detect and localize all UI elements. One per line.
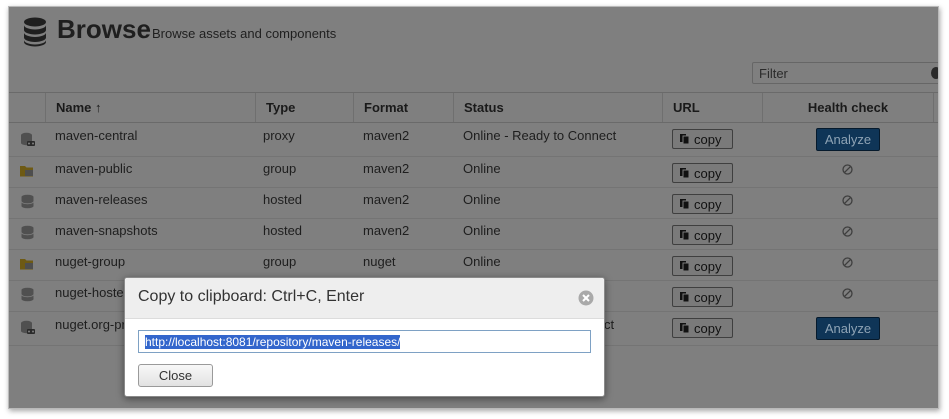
not-applicable-icon xyxy=(842,257,853,268)
repo-name[interactable]: maven-central xyxy=(55,128,137,143)
proxy-repo-icon xyxy=(21,132,35,146)
page-subtitle: Browse assets and components xyxy=(152,26,337,41)
table-row[interactable]: maven-snapshots hosted maven2 Online cop… xyxy=(9,218,938,250)
copy-icon xyxy=(680,168,689,178)
analyze-button[interactable]: Analyze xyxy=(816,128,880,151)
copy-label: copy xyxy=(694,320,722,336)
repo-type: hosted xyxy=(263,192,303,207)
column-header-status[interactable]: Status xyxy=(453,93,662,122)
repo-type: group xyxy=(263,254,297,269)
copy-url-button[interactable]: copy xyxy=(672,287,733,307)
hosted-repo-icon xyxy=(21,194,34,209)
column-header-spacer xyxy=(933,93,938,122)
copy-label: copy xyxy=(694,289,722,305)
database-icon xyxy=(24,17,46,47)
column-header-url[interactable]: URL xyxy=(662,93,762,122)
column-name-label: Name xyxy=(56,100,92,115)
repo-type: proxy xyxy=(263,128,295,143)
repo-format: maven2 xyxy=(363,192,410,207)
repo-status: ct xyxy=(604,317,615,332)
column-header-health-check[interactable]: Health check xyxy=(762,93,933,122)
repo-type: hosted xyxy=(263,223,303,238)
proxy-repo-icon xyxy=(21,320,35,334)
repo-name[interactable]: nuget-group xyxy=(55,254,125,269)
copy-url-button[interactable]: copy xyxy=(672,225,733,245)
copy-url-button[interactable]: copy xyxy=(672,129,733,149)
repo-status: Online - Ready to Connect xyxy=(463,128,617,143)
page-title: Browse xyxy=(57,14,151,44)
repo-type: group xyxy=(263,161,297,176)
copy-url-button[interactable]: copy xyxy=(672,163,733,183)
repo-name[interactable]: nuget-hoste xyxy=(55,285,124,300)
column-header-type[interactable]: Type xyxy=(255,93,353,122)
hosted-repo-icon xyxy=(21,225,34,240)
repo-format: maven2 xyxy=(363,223,410,238)
filter-input[interactable] xyxy=(752,62,938,84)
copy-url-button[interactable]: copy xyxy=(672,318,733,338)
copy-label: copy xyxy=(694,196,722,212)
not-applicable-icon xyxy=(842,288,853,299)
clear-filter-icon[interactable] xyxy=(931,67,938,79)
copy-icon xyxy=(680,323,689,333)
table-row[interactable]: maven-releases hosted maven2 Online copy xyxy=(9,187,938,219)
table-row[interactable]: maven-public group maven2 Online copy xyxy=(9,156,938,188)
selected-url-text: http://localhost:8081/repository/maven-r… xyxy=(145,335,401,349)
not-applicable-icon xyxy=(842,164,853,175)
repo-status: Online xyxy=(463,223,501,238)
analyze-button[interactable]: Analyze xyxy=(816,317,880,340)
group-repo-icon xyxy=(20,166,33,177)
sort-ascending-icon: ↑ xyxy=(95,100,102,115)
repo-name[interactable]: maven-public xyxy=(55,161,132,176)
copy-url-button[interactable]: copy xyxy=(672,256,733,276)
copy-icon xyxy=(680,134,689,144)
repo-format: maven2 xyxy=(363,161,410,176)
table-row[interactable]: maven-central proxy maven2 Online - Read… xyxy=(9,122,938,157)
copy-label: copy xyxy=(694,165,722,181)
copy-icon xyxy=(680,230,689,240)
url-text-field[interactable]: http://localhost:8081/repository/maven-r… xyxy=(138,330,591,353)
dialog-header: Copy to clipboard: Ctrl+C, Enter xyxy=(125,278,604,319)
not-applicable-icon xyxy=(842,226,853,237)
close-button[interactable]: Close xyxy=(138,364,213,387)
copy-to-clipboard-dialog: Copy to clipboard: Ctrl+C, Enter http://… xyxy=(124,277,605,397)
repo-name[interactable]: maven-releases xyxy=(55,192,148,207)
hosted-repo-icon xyxy=(21,287,34,302)
repo-name[interactable]: nuget.org-pr xyxy=(55,317,126,332)
repo-name[interactable]: maven-snapshots xyxy=(55,223,158,238)
repo-status: Online xyxy=(463,161,501,176)
column-header-name[interactable]: Name ↑ xyxy=(45,93,255,122)
copy-icon xyxy=(680,199,689,209)
page-header: Browse Browse assets and components xyxy=(9,7,938,56)
not-applicable-icon xyxy=(842,195,853,206)
repo-format: maven2 xyxy=(363,128,410,143)
copy-label: copy xyxy=(694,258,722,274)
repo-format: nuget xyxy=(363,254,396,269)
close-icon[interactable] xyxy=(578,290,594,306)
copy-label: copy xyxy=(694,227,722,243)
copy-label: copy xyxy=(694,131,722,147)
table-header: Name ↑ Type Format Status URL Health che… xyxy=(9,92,938,123)
group-repo-icon xyxy=(20,259,33,270)
column-header-format[interactable]: Format xyxy=(353,93,453,122)
repo-status: Online xyxy=(463,254,501,269)
dialog-title: Copy to clipboard: Ctrl+C, Enter xyxy=(138,288,365,305)
copy-url-button[interactable]: copy xyxy=(672,194,733,214)
repo-status: Online xyxy=(463,192,501,207)
copy-icon xyxy=(680,292,689,302)
copy-icon xyxy=(680,261,689,271)
